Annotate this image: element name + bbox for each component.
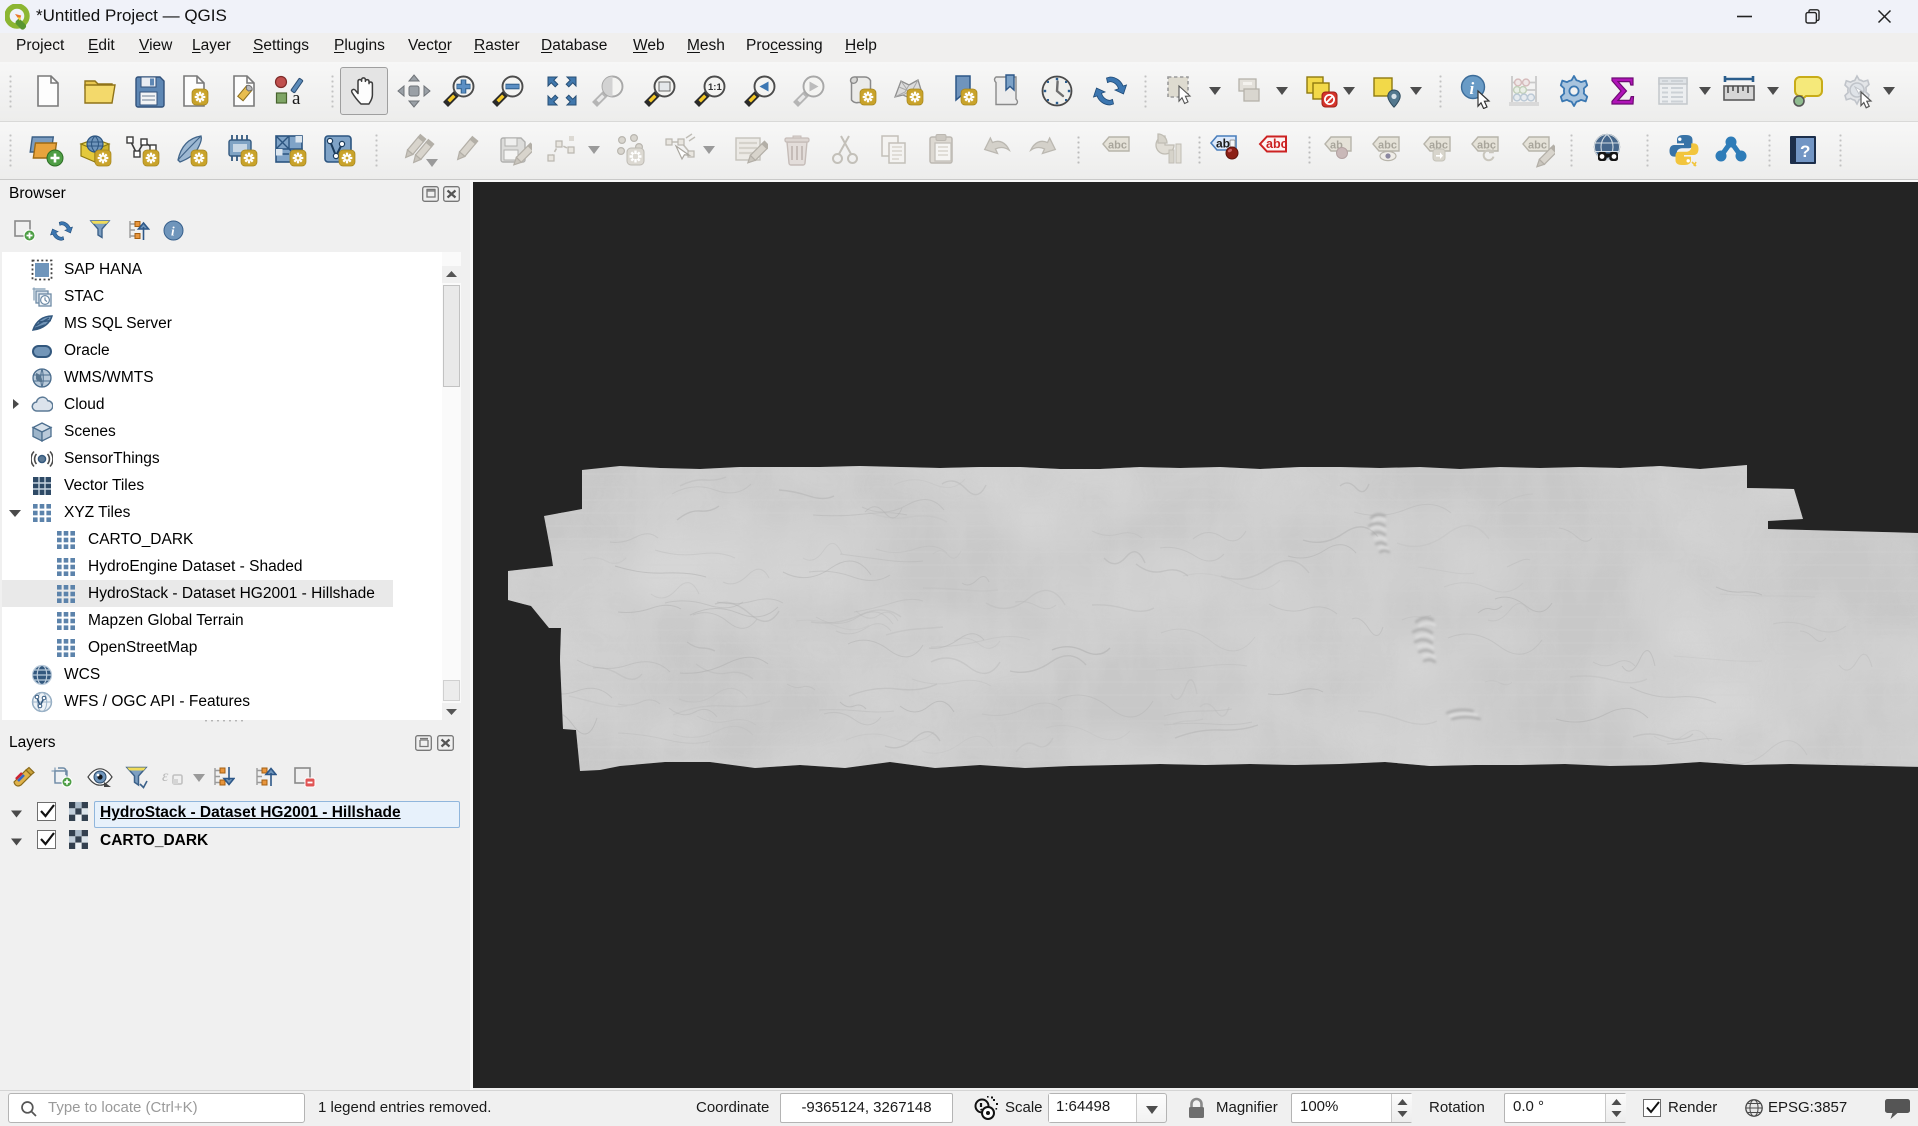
svg-text:abc: abc (1378, 140, 1397, 152)
svg-text:abc: abc (1528, 140, 1547, 152)
svg-text:ε: ε (162, 768, 169, 785)
svg-text:i: i (1470, 79, 1475, 98)
svg-text:1:1: 1:1 (708, 82, 722, 93)
svg-text:abc: abc (1108, 140, 1127, 152)
svg-text:?: ? (1800, 142, 1810, 161)
svg-text:abc: abc (1266, 137, 1288, 151)
svg-text:i: i (171, 224, 175, 239)
